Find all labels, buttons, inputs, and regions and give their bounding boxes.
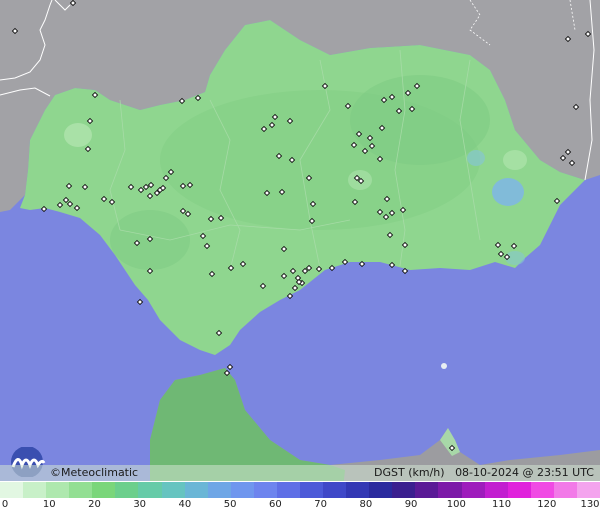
legend-swatch <box>576 482 600 498</box>
legend-label: 120 <box>537 499 557 510</box>
legend-swatch <box>115 482 139 498</box>
legend-label: 100 <box>446 499 466 510</box>
legend-swatch <box>0 482 24 498</box>
map-info: DGST (km/h) 08-10-2024 @ 23:51 UTC <box>374 466 594 479</box>
credit-text: ©Meteoclimatic <box>50 466 139 479</box>
legend-label: 90 <box>404 499 418 510</box>
timestamp: 08-10-2024 @ 23:51 UTC <box>455 466 594 479</box>
legend-swatch <box>553 482 577 498</box>
legend-labels: 0 10 20 30 40 50 60 70 80 90 100 110 120 130 <box>0 499 600 515</box>
legend-swatch <box>253 482 277 498</box>
legend-swatch <box>484 482 508 498</box>
alboran-island <box>441 363 447 369</box>
gust-spot-2 <box>467 150 485 166</box>
legend-swatch <box>92 482 116 498</box>
legend-label: 60 <box>269 499 282 510</box>
wind-gust-map: ©Meteoclimatic DGST (km/h) 08-10-2024 @ … <box>0 0 600 517</box>
light-patch-1 <box>64 123 92 147</box>
shade-2 <box>350 75 490 165</box>
legend-swatch <box>461 482 485 498</box>
legend-label: 20 <box>88 499 101 510</box>
light-patch-2 <box>503 150 527 170</box>
legend-swatch <box>46 482 70 498</box>
variable-unit: (km/h) <box>408 466 445 479</box>
legend-swatch <box>161 482 185 498</box>
legend-swatch <box>23 482 47 498</box>
legend-swatch <box>392 482 416 498</box>
legend-swatch <box>230 482 254 498</box>
legend-swatch <box>138 482 162 498</box>
color-legend: 0 10 20 30 40 50 60 70 80 90 100 110 120 130 <box>0 481 600 517</box>
legend-swatch <box>415 482 439 498</box>
legend-swatch <box>300 482 324 498</box>
legend-swatch <box>276 482 301 498</box>
legend-swatch <box>323 482 347 498</box>
legend-label: 50 <box>223 499 237 510</box>
legend-swatch <box>530 482 554 498</box>
legend-swatch <box>184 482 208 498</box>
legend-swatch <box>507 482 531 498</box>
legend-swatch <box>369 482 393 498</box>
gust-spot-1 <box>492 178 524 206</box>
legend-label: 10 <box>42 499 56 510</box>
legend-swatch <box>438 482 462 498</box>
legend-label: 130 <box>580 499 600 510</box>
legend-color-bar <box>0 482 600 498</box>
variable-name: DGST <box>374 466 405 479</box>
legend-swatch <box>346 482 370 498</box>
legend-label: 30 <box>133 499 147 510</box>
legend-label: 70 <box>314 499 327 510</box>
legend-label: 110 <box>491 499 512 510</box>
legend-label: 0 <box>1 499 9 510</box>
map-canvas <box>0 0 600 517</box>
legend-label: 40 <box>178 499 192 510</box>
legend-swatch <box>207 482 231 498</box>
legend-label: 80 <box>359 499 373 510</box>
legend-swatch <box>69 482 93 498</box>
